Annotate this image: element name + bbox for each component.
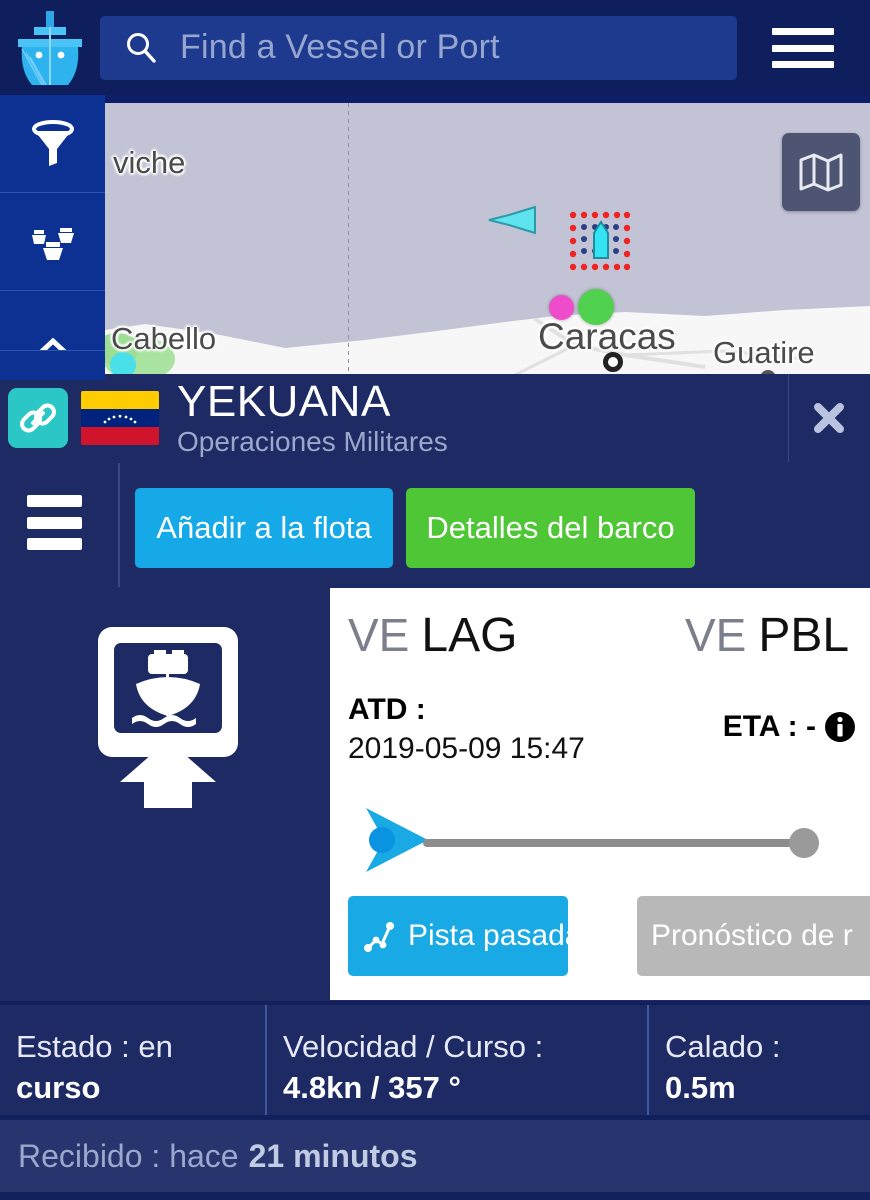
map-area[interactable]: viche Cabello Caracas Guatire (0, 95, 870, 380)
panel-menu-bar-2 (27, 516, 82, 529)
stat-estado: Estado : en curso (0, 1005, 265, 1115)
menu-bar-1 (772, 28, 834, 35)
track-buttons-row: Pista pasada Pronóstico de r (330, 896, 870, 980)
map-label-guatire: Guatire (713, 335, 815, 370)
chain-link-icon (20, 403, 56, 433)
voyage-progress-arrow-icon (366, 808, 428, 872)
atd-label: ATD : (348, 693, 426, 726)
past-track-label: Pista pasada (408, 919, 568, 952)
destination-port[interactable]: VE PBL (685, 608, 849, 663)
panel-menu-bar-1 (27, 495, 82, 507)
last-received-footer: Recibido : hace 21 minutos (0, 1120, 870, 1192)
upload-ship-photo-icon[interactable] (88, 622, 248, 812)
close-panel-button[interactable] (788, 374, 870, 462)
stat-calado-value: 0.5m (665, 1069, 736, 1105)
stat-velocidad-curso: Velocidad / Curso : 4.8kn / 357 ° (265, 1005, 647, 1115)
route-forecast-button[interactable]: Pronóstico de r (637, 896, 870, 976)
sidebar-item-filter[interactable] (0, 95, 105, 193)
stat-calado: Calado : 0.5m (647, 1005, 870, 1115)
map-layers-button[interactable] (782, 133, 860, 211)
vessel-arrow-marker[interactable] (483, 201, 539, 239)
vessel-name-block: YEKUANA Operaciones Militares (177, 380, 448, 456)
chevron-up-icon (39, 337, 66, 350)
atd-block: ATD : 2019-05-09 15:47 (348, 693, 585, 766)
stat-velocidad-label: Velocidad / Curso : (283, 1029, 544, 1064)
eta-block: ETA : - (723, 710, 856, 744)
ship-logo-icon (18, 10, 82, 85)
destination-port-code: PBL (758, 609, 850, 662)
add-to-fleet-label: Añadir a la flota (156, 510, 372, 545)
menu-bar-2 (772, 44, 834, 52)
destination-country-code: VE (685, 609, 747, 661)
past-track-button[interactable]: Pista pasada (348, 896, 568, 976)
vessel-stats-row: Estado : en curso Velocidad / Curso : 4.… (0, 1005, 870, 1115)
filter-funnel-icon (31, 119, 74, 166)
map-label-cabello: Cabello (111, 321, 217, 356)
close-icon (814, 403, 844, 433)
vessel-header: YEKUANA Operaciones Militares (0, 374, 870, 462)
panel-menu-bar-3 (27, 538, 82, 550)
ship-details-button[interactable]: Detalles del barco (406, 488, 695, 568)
fleet-ships-icon (31, 227, 74, 260)
eta-value: ETA : - (722, 710, 816, 743)
top-bar: Find a Vessel or Port (0, 0, 870, 95)
origin-country-code: VE (348, 609, 410, 661)
vessel-flag-venezuela (81, 391, 159, 445)
map-canvas[interactable]: viche Cabello Caracas Guatire (105, 103, 870, 380)
voyage-card: VE LAG VE PBL ATD : 2019-05-09 15:47 ETA :… (330, 588, 870, 1000)
marinetraffic-app: Find a Vessel or Port viche Cabello Cara… (0, 0, 870, 1200)
stat-velocidad-value: 4.8kn / 357 ° (283, 1069, 461, 1105)
stat-estado-label: Estado : en (16, 1029, 173, 1064)
track-route-icon (364, 922, 394, 952)
route-forecast-label: Pronóstico de r (651, 919, 853, 952)
selected-vessel-marker[interactable] (589, 220, 613, 262)
sidebar-item-fleets[interactable] (0, 193, 105, 291)
action-divider (118, 463, 120, 587)
vessel-link-button[interactable] (8, 388, 68, 448)
top-menu-button[interactable] (772, 28, 834, 68)
received-value: 21 minutos (248, 1137, 418, 1174)
search-input-placeholder[interactable]: Find a Vessel or Port (180, 28, 500, 67)
map-layers-icon (799, 153, 843, 192)
stat-calado-label: Calado : (665, 1029, 781, 1064)
app-logo[interactable] (0, 0, 100, 95)
sidebar-item-more[interactable] (0, 291, 105, 351)
menu-bar-3 (772, 61, 834, 68)
search-bar[interactable]: Find a Vessel or Port (100, 15, 737, 80)
atd-value: 2019-05-09 15:47 (348, 732, 585, 765)
ports-row: VE LAG VE PBL (330, 608, 870, 674)
left-toolbar (0, 95, 105, 380)
flag-stripe-red (81, 427, 159, 445)
flag-stars-arc (103, 414, 137, 424)
stat-estado-value: curso (16, 1069, 101, 1105)
voyage-progress-track[interactable] (423, 839, 803, 847)
origin-port-code: LAG (421, 609, 518, 662)
map-label-viche: viche (113, 145, 186, 180)
map-label-caracas: Caracas (538, 316, 676, 357)
flag-stripe-yellow (81, 391, 159, 409)
ship-details-label: Detalles del barco (426, 510, 675, 545)
info-icon[interactable] (824, 711, 856, 743)
add-to-fleet-button[interactable]: Añadir a la flota (135, 488, 393, 568)
voyage-progress-handle[interactable] (789, 828, 819, 858)
search-icon (127, 32, 156, 63)
map-gridline (348, 103, 349, 380)
panel-menu-button[interactable] (27, 495, 82, 550)
received-label: Recibido : hace (18, 1137, 239, 1174)
vessel-type: Operaciones Militares (177, 426, 448, 457)
footer-strip (0, 1192, 870, 1200)
origin-port[interactable]: VE LAG (348, 608, 517, 663)
voyage-progress[interactable] (330, 800, 870, 872)
vessel-name: YEKUANA (177, 377, 391, 426)
